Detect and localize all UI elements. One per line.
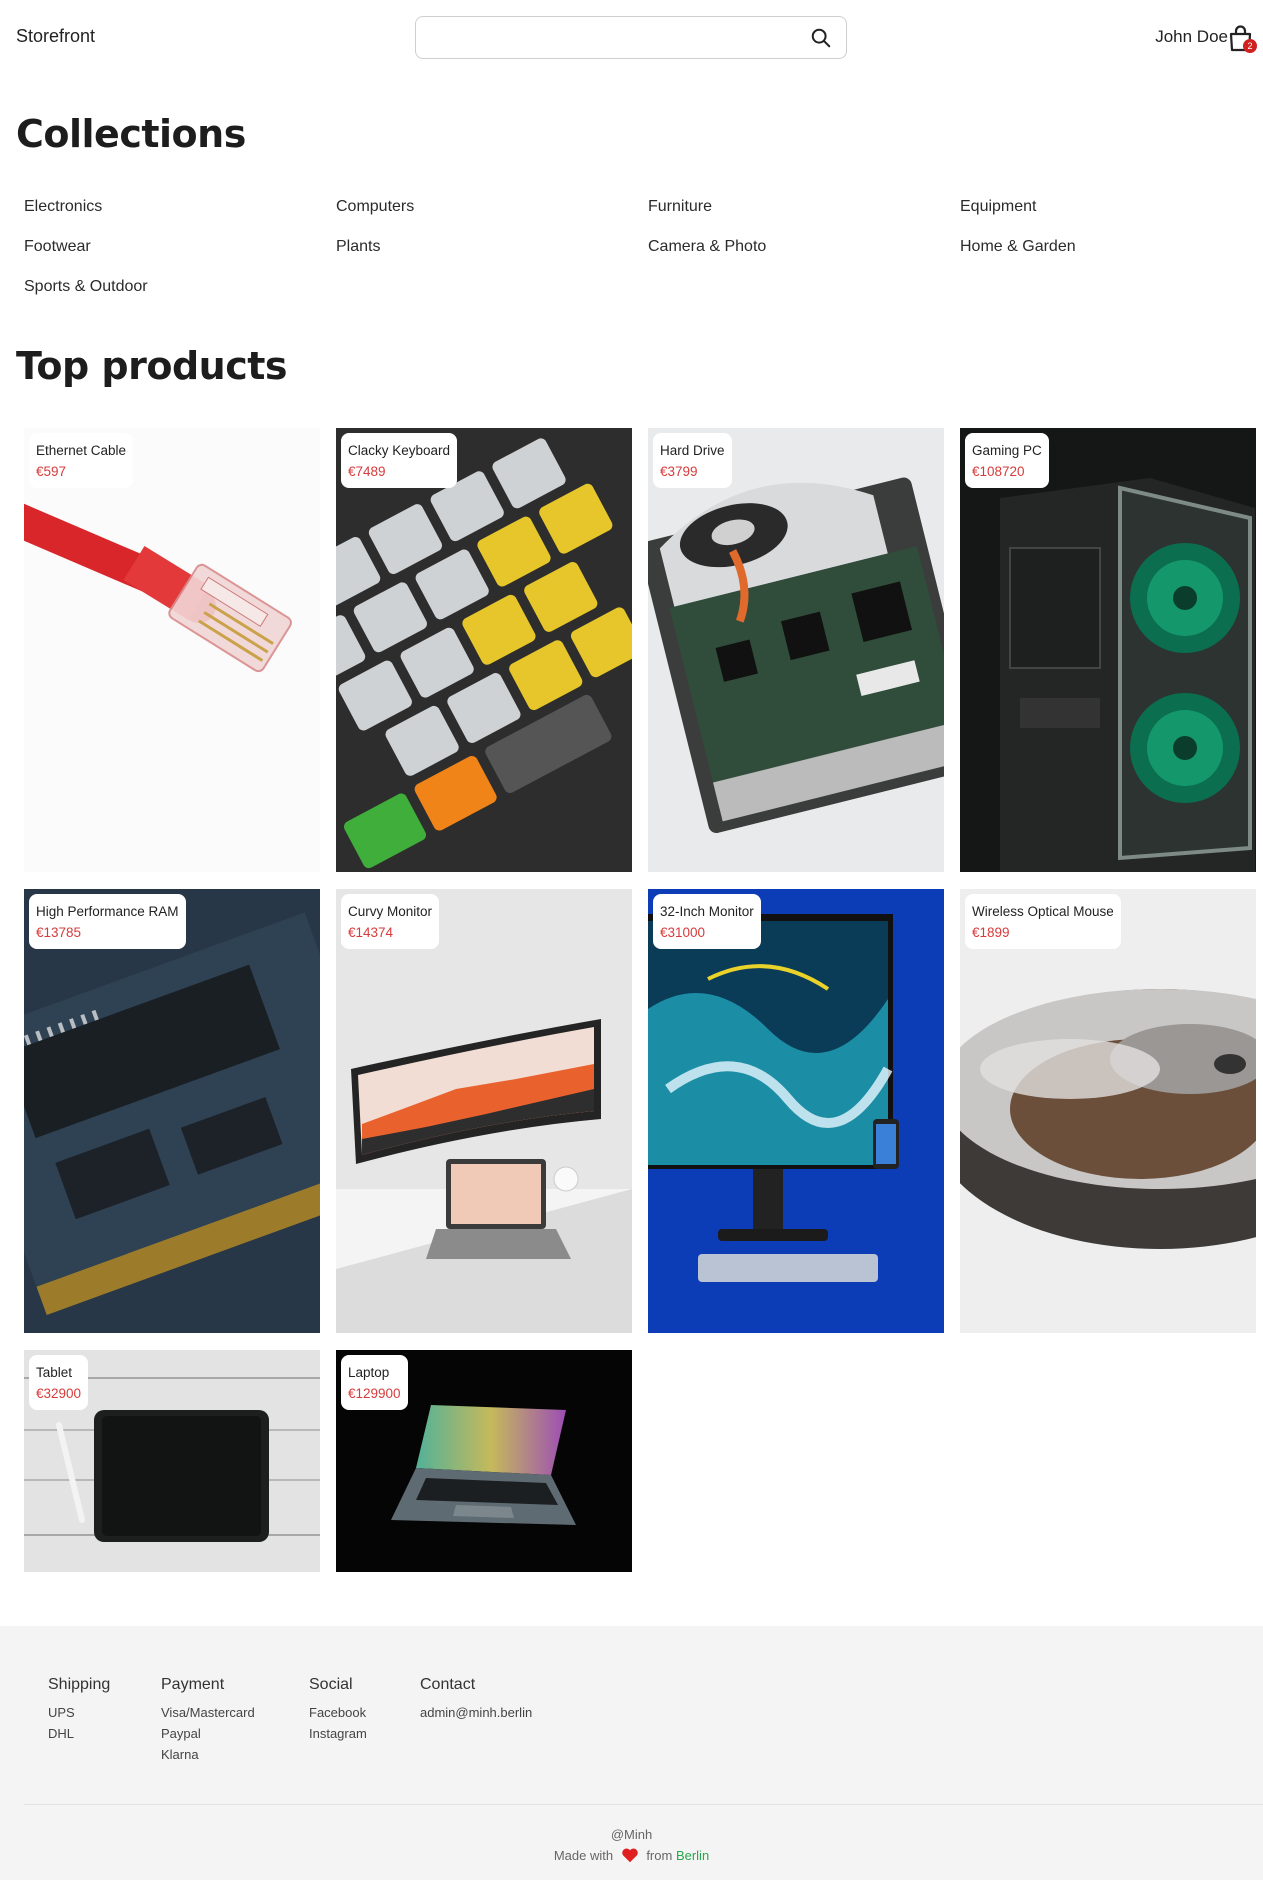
cart-count-badge: 2 <box>1243 39 1257 53</box>
product-card-gaming-pc[interactable]: Gaming PC €108720 <box>960 428 1256 872</box>
footer-handle: @Minh <box>610 1827 653 1842</box>
product-image <box>24 889 320 1333</box>
product-card-tablet[interactable]: Tablet €32900 <box>24 1350 320 1572</box>
product-price: €597 <box>36 464 67 479</box>
cart-button[interactable]: 2 <box>1227 24 1257 53</box>
product-price: €108720 <box>972 464 1025 479</box>
footer-column-payment: Payment Visa/Mastercard Paypal Klarna <box>161 1676 255 1765</box>
top-navigation: Storefront John Doe 2 <box>0 0 1263 76</box>
footer-link-ups[interactable]: UPS <box>48 1702 110 1723</box>
product-name: 32-Inch Monitor <box>660 904 754 919</box>
footer-link-klarna[interactable]: Klarna <box>161 1744 255 1765</box>
product-name: Wireless Optical Mouse <box>972 904 1114 919</box>
product-image <box>24 428 320 872</box>
collection-link-footwear[interactable]: Footwear <box>24 238 91 256</box>
product-image <box>648 428 944 872</box>
collection-link-sports-outdoor[interactable]: Sports & Outdoor <box>24 278 148 296</box>
product-image <box>960 889 1256 1333</box>
collection-link-furniture[interactable]: Furniture <box>648 198 712 216</box>
product-name: Tablet <box>36 1365 73 1380</box>
footer-divider <box>24 1804 1263 1805</box>
collection-link-plants[interactable]: Plants <box>336 238 380 256</box>
product-label: Curvy Monitor €14374 <box>341 894 440 949</box>
site-footer: Shipping UPS DHL Payment Visa/Mastercard… <box>0 1626 1263 1880</box>
footer-column-shipping: Shipping UPS DHL <box>48 1676 110 1744</box>
product-name: Ethernet Cable <box>36 443 127 458</box>
product-name: High Performance RAM <box>36 904 179 919</box>
product-image <box>336 889 632 1333</box>
footer-column-social: Social Facebook Instagram <box>309 1676 367 1744</box>
product-card-laptop[interactable]: Laptop €129900 <box>336 1350 632 1572</box>
product-label: Tablet €32900 <box>29 1355 89 1410</box>
product-name: Curvy Monitor <box>348 904 433 919</box>
product-label: 32-Inch Monitor €31000 <box>653 894 761 949</box>
product-price: €13785 <box>36 925 82 940</box>
footer-heading: Shipping <box>48 1676 111 1693</box>
product-name: Laptop <box>348 1365 390 1380</box>
product-price: €7489 <box>348 464 386 479</box>
top-products-title: Top products <box>16 344 288 388</box>
search-input[interactable] <box>428 17 798 57</box>
search-icon[interactable] <box>810 27 832 49</box>
footer-link-paypal[interactable]: Paypal <box>161 1723 255 1744</box>
product-price: €31000 <box>660 925 706 940</box>
brand-logo-link[interactable]: Storefront <box>16 26 95 47</box>
collections-title: Collections <box>16 112 246 156</box>
product-name: Clacky Keyboard <box>348 443 451 458</box>
footer-credits: @Minh Made with from Berlin <box>0 1824 1263 1866</box>
collection-link-electronics[interactable]: Electronics <box>24 198 102 216</box>
user-account-link[interactable]: John Doe <box>1155 27 1228 47</box>
product-image <box>336 428 632 872</box>
product-price: €129900 <box>348 1386 401 1401</box>
footer-heading: Contact <box>420 1676 476 1693</box>
product-name: Gaming PC <box>972 443 1042 458</box>
collection-link-camera-photo[interactable]: Camera & Photo <box>648 238 766 256</box>
footer-column-contact: Contact admin@minh.berlin <box>420 1676 532 1723</box>
product-card-hard-drive[interactable]: Hard Drive €3799 <box>648 428 944 872</box>
product-label: High Performance RAM €13785 <box>29 894 186 949</box>
footer-link-instagram[interactable]: Instagram <box>309 1723 367 1744</box>
footer-link-email[interactable]: admin@minh.berlin <box>420 1702 532 1723</box>
made-with-text: Made with <box>553 1848 614 1863</box>
product-label: Gaming PC €108720 <box>965 433 1049 488</box>
product-card-high-performance-ram[interactable]: High Performance RAM €13785 <box>24 889 320 1333</box>
footer-heading: Payment <box>161 1676 225 1693</box>
product-card-ethernet-cable[interactable]: Ethernet Cable €597 <box>24 428 320 872</box>
product-label: Laptop €129900 <box>341 1355 408 1410</box>
search-box[interactable] <box>415 16 847 59</box>
product-name: Hard Drive <box>660 443 725 458</box>
footer-link-facebook[interactable]: Facebook <box>309 1702 367 1723</box>
product-image <box>960 428 1256 872</box>
product-card-32-inch-monitor[interactable]: 32-Inch Monitor €31000 <box>648 889 944 1333</box>
product-label: Clacky Keyboard €7489 <box>341 433 458 488</box>
product-label: Hard Drive €3799 <box>653 433 732 488</box>
product-price: €32900 <box>36 1386 82 1401</box>
footer-link-dhl[interactable]: DHL <box>48 1723 110 1744</box>
collection-link-home-garden[interactable]: Home & Garden <box>960 238 1076 256</box>
heart-icon <box>621 1848 638 1863</box>
product-card-clacky-keyboard[interactable]: Clacky Keyboard €7489 <box>336 428 632 872</box>
product-image <box>648 889 944 1333</box>
collection-link-computers[interactable]: Computers <box>336 198 414 216</box>
from-text: from <box>646 1848 673 1863</box>
product-price: €14374 <box>348 925 394 940</box>
product-card-curvy-monitor[interactable]: Curvy Monitor €14374 <box>336 889 632 1333</box>
product-price: €3799 <box>660 464 698 479</box>
product-label: Wireless Optical Mouse €1899 <box>965 894 1121 949</box>
footer-heading: Social <box>309 1676 353 1693</box>
footer-link-visa-mastercard[interactable]: Visa/Mastercard <box>161 1702 255 1723</box>
product-card-wireless-optical-mouse[interactable]: Wireless Optical Mouse €1899 <box>960 889 1256 1333</box>
product-price: €1899 <box>972 925 1010 940</box>
city-link[interactable]: Berlin <box>676 1848 709 1863</box>
product-label: Ethernet Cable €597 <box>29 433 134 488</box>
footer-made-with: Made with from Berlin <box>0 1845 1263 1866</box>
collection-link-equipment[interactable]: Equipment <box>960 198 1037 216</box>
